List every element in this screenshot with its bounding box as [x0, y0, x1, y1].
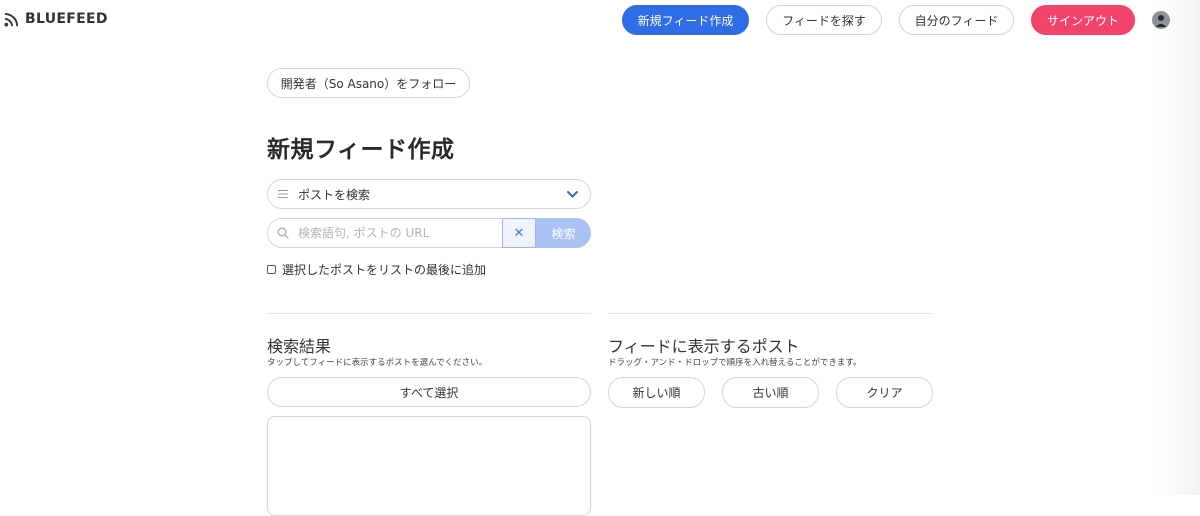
my-feeds-button[interactable]: 自分のフィード: [899, 5, 1014, 35]
feed-posts-subtitle: ドラッグ・アンド・ドロップで順序を入れ替えることができます。: [608, 358, 862, 368]
close-icon: ✕: [513, 225, 525, 241]
select-all-button[interactable]: すべて選択: [267, 377, 591, 407]
search-icon: [277, 227, 289, 239]
sign-out-button[interactable]: サインアウト: [1031, 5, 1135, 35]
search-button[interactable]: 検索: [536, 218, 591, 248]
follow-developer-button[interactable]: 開発者（So Asano）をフォロー: [267, 68, 470, 98]
sort-oldest-button[interactable]: 古い順: [722, 377, 819, 408]
app-name: BLUEFEED: [25, 11, 108, 27]
search-bar: ✕ 検索: [267, 218, 591, 248]
clear-feed-button[interactable]: クリア: [836, 377, 933, 408]
search-mode-select[interactable]: ポストを検索: [267, 179, 591, 209]
user-avatar-icon: [1155, 15, 1167, 27]
window-edge-shade: [1155, 0, 1200, 495]
menu-lines-icon: [278, 190, 288, 198]
avatar[interactable]: [1152, 11, 1170, 29]
results-title: 検索結果: [267, 337, 332, 356]
append-to-end-option[interactable]: 選択したポストをリストの最後に追加: [267, 261, 486, 278]
feed-posts-divider: [608, 313, 932, 314]
append-to-end-label: 選択したポストをリストの最後に追加: [282, 263, 487, 277]
page-title: 新規フィード作成: [267, 137, 455, 163]
chevron-down-icon: [567, 190, 578, 197]
find-feed-button[interactable]: フィードを探す: [766, 5, 882, 35]
search-field: [267, 218, 502, 248]
append-to-end-checkbox[interactable]: [267, 265, 276, 274]
rss-feed-icon: [4, 12, 19, 27]
logo[interactable]: BLUEFEED: [4, 11, 108, 27]
header: BLUEFEED 新規フィード作成 フィードを探す 自分のフィード サインアウト: [0, 0, 1200, 40]
results-divider: [267, 313, 591, 314]
clear-search-button[interactable]: ✕: [502, 218, 536, 248]
search-results-list: [267, 416, 591, 516]
results-subtitle: タップしてフィードに表示するポストを選んでください。: [267, 358, 488, 368]
feed-posts-title: フィードに表示するポスト: [608, 337, 800, 356]
sort-newest-button[interactable]: 新しい順: [608, 377, 705, 408]
create-feed-button[interactable]: 新規フィード作成: [622, 5, 749, 35]
search-input[interactable]: [298, 226, 488, 240]
search-mode-value: ポストを検索: [298, 187, 371, 202]
